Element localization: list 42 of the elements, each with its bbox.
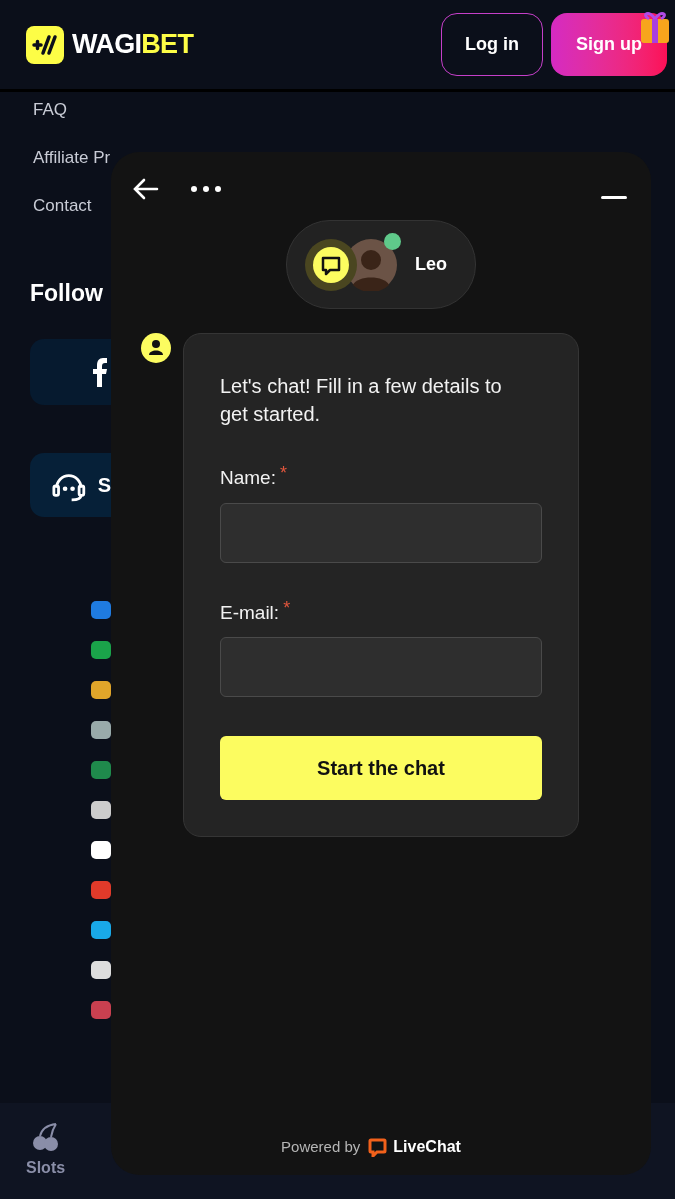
signup-button[interactable]: Sign up <box>551 13 667 76</box>
facebook-button[interactable] <box>30 338 111 405</box>
provider-logo-icon <box>89 718 113 741</box>
chat-bubble-icon <box>305 238 357 291</box>
provider-logo-icon <box>89 958 113 981</box>
provider-logo-icon <box>89 998 113 1021</box>
nav-tab[interactable]: Slots <box>26 1122 66 1180</box>
agent-name: Leo <box>415 253 447 276</box>
support-label: S <box>97 472 111 498</box>
input-field[interactable] <box>220 502 542 563</box>
footer-link[interactable]: Affiliate Pr <box>33 146 111 170</box>
required-marker-icon: * <box>279 464 287 482</box>
logo-wordmark: WAGIBET <box>72 28 194 62</box>
provider-logo-icon <box>89 838 113 861</box>
support-button[interactable]: S <box>30 452 111 517</box>
footer-link[interactable]: FAQ <box>33 98 67 122</box>
powered-by-text: Powered by <box>281 1136 361 1157</box>
back-arrow-icon[interactable] <box>133 178 159 200</box>
facebook-icon <box>91 356 108 387</box>
footer-link[interactable]: Contact <box>33 194 92 218</box>
field-label: Name: <box>220 466 276 490</box>
user-avatar-icon <box>141 333 171 363</box>
provider-logo-icon <box>89 918 113 941</box>
cherry-icon <box>31 1122 60 1152</box>
provider-logo-icon <box>89 598 113 621</box>
provider-logo-icon <box>89 638 113 661</box>
follow-heading: Follow <box>29 279 104 308</box>
minimize-icon[interactable] <box>601 195 627 199</box>
provider-logo-icon <box>89 798 113 821</box>
more-options-icon[interactable] <box>191 186 221 192</box>
input-field[interactable] <box>220 637 542 697</box>
provider-logo-icon <box>89 758 113 781</box>
provider-logo-icon <box>89 878 113 901</box>
livechat-link[interactable]: LiveChat <box>393 1135 461 1159</box>
field-label: E-mail: <box>220 600 280 625</box>
logo-icon <box>26 25 64 64</box>
start-chat-button[interactable]: Start the chat <box>220 736 542 800</box>
login-button[interactable]: Log in <box>441 13 543 76</box>
speech-bubble-icon <box>368 1137 388 1157</box>
message-text: Let's chat! Fill in a few details to get started. <box>220 374 503 427</box>
required-marker-icon: * <box>283 598 291 617</box>
provider-logo-icon <box>89 678 113 701</box>
